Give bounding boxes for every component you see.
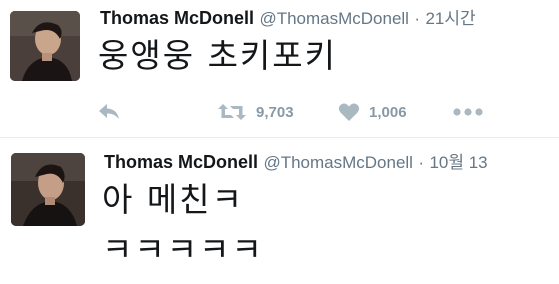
author-name[interactable]: Thomas McDonell: [100, 8, 254, 28]
reply-button[interactable]: [97, 100, 121, 124]
like-button[interactable]: 1,006: [338, 100, 407, 124]
avatar[interactable]: [10, 11, 80, 81]
tweet-header: Thomas McDonell @ThomasMcDonell · 21시간: [100, 8, 476, 29]
timestamp[interactable]: 10월 13: [429, 153, 487, 172]
heart-icon: [338, 102, 360, 122]
like-count: 1,006: [369, 103, 407, 121]
tweet-text-line-2: ㅋㅋㅋㅋㅋ: [102, 230, 264, 269]
author-name[interactable]: Thomas McDonell: [104, 152, 258, 172]
tweet-text: 웅앵웅 초키포키: [98, 36, 338, 75]
more-icon: [453, 107, 483, 117]
retweet-icon: [217, 102, 247, 122]
author-handle[interactable]: @ThomasMcDonell: [263, 153, 413, 172]
separator-dot: ·: [418, 153, 425, 172]
separator-dot: ·: [414, 9, 421, 28]
avatar[interactable]: [11, 153, 85, 226]
more-button[interactable]: [453, 100, 483, 124]
retweet-button[interactable]: 9,703: [217, 100, 294, 124]
reply-icon: [97, 102, 121, 122]
tweet-header: Thomas McDonell @ThomasMcDonell · 10월 13: [104, 152, 488, 173]
author-handle[interactable]: @ThomasMcDonell: [259, 9, 409, 28]
tweet-1[interactable]: Thomas McDonell @ThomasMcDonell · 21시간 웅…: [0, 0, 559, 138]
tweet-text-line-1: 아 메친ㅋ: [102, 180, 244, 219]
tweet-2[interactable]: Thomas McDonell @ThomasMcDonell · 10월 13…: [0, 138, 559, 284]
timestamp[interactable]: 21시간: [425, 9, 475, 28]
retweet-count: 9,703: [256, 103, 294, 121]
